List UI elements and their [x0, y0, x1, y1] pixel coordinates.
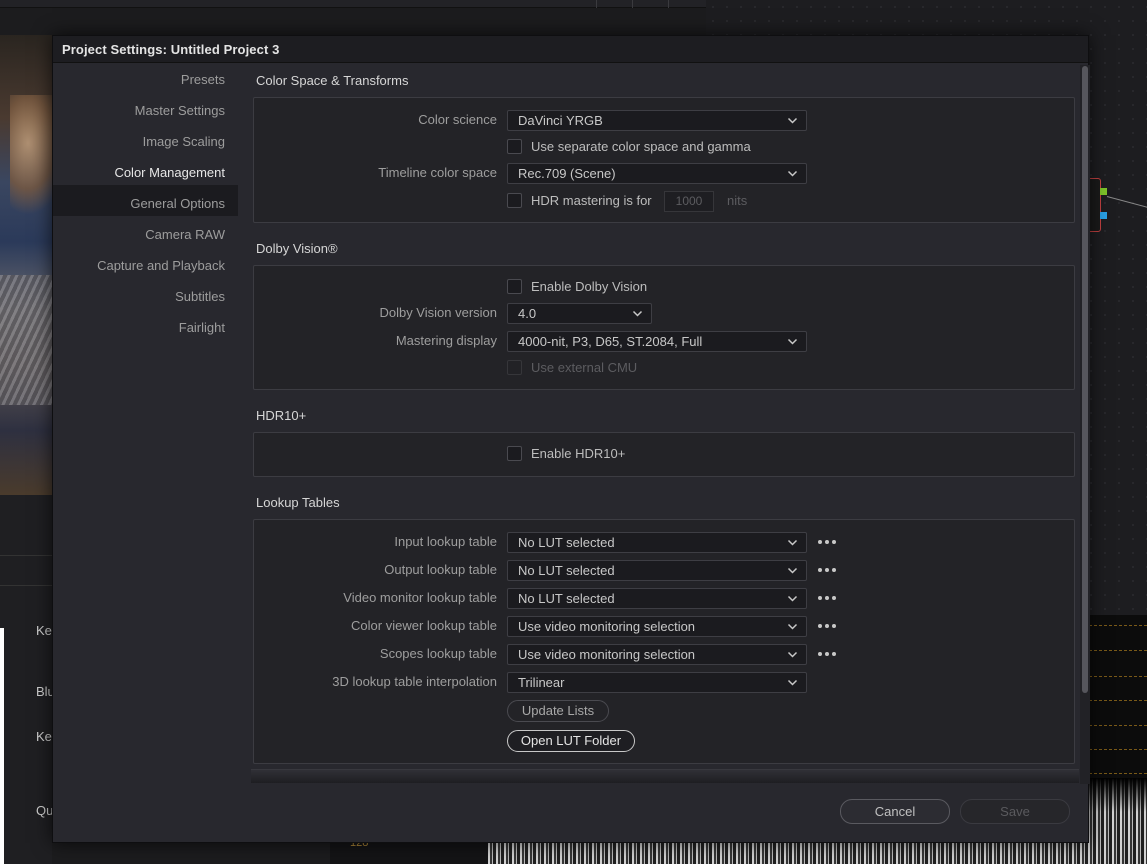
save-button[interactable]: Save [960, 799, 1070, 824]
nav-item-image-scaling[interactable]: Image Scaling [143, 134, 225, 149]
hdr-nits-unit: nits [727, 193, 748, 208]
color-science-label: Color science [418, 112, 497, 127]
enable-dolby-label: Enable Dolby Vision [531, 279, 648, 294]
bg-label: Ke [36, 729, 52, 744]
video-monitor-lut-value: No LUT selected [518, 591, 615, 606]
chevron-down-icon [787, 595, 798, 602]
more-options-icon[interactable] [818, 593, 840, 603]
separate-gamma-checkbox[interactable] [507, 139, 522, 154]
output-lut-value: No LUT selected [518, 563, 615, 578]
chevron-down-icon [787, 651, 798, 658]
mastering-display-label: Mastering display [395, 333, 497, 348]
input-lut-label: Input lookup table [394, 534, 497, 549]
horizontal-scrollbar[interactable] [251, 769, 1079, 783]
chevron-down-icon [787, 338, 798, 345]
separate-gamma-label: Use separate color space and gamma [531, 139, 751, 154]
nav-item-general-options[interactable]: General Options [130, 196, 225, 211]
external-cmu-label: Use external CMU [531, 360, 638, 375]
timeline-color-space-label: Timeline color space [378, 165, 497, 180]
dolby-version-value: 4.0 [518, 306, 537, 321]
hdr-mastering-checkbox[interactable] [507, 193, 522, 208]
interpolation-dropdown[interactable]: Trilinear [507, 672, 807, 693]
nav-item-color-management[interactable]: Color Management [114, 165, 225, 180]
dolby-version-dropdown[interactable]: 4.0 [507, 303, 652, 324]
viewer-image [0, 35, 52, 495]
cancel-button[interactable]: Cancel [840, 799, 950, 824]
video-monitor-lut-dropdown[interactable]: No LUT selected [507, 588, 807, 609]
chevron-down-icon [787, 567, 798, 574]
hdr-mastering-label: HDR mastering is for [531, 193, 652, 208]
project-settings-dialog: Project Settings: Untitled Project 3 Pre… [52, 35, 1090, 843]
more-options-icon[interactable] [818, 537, 840, 547]
chevron-down-icon [787, 117, 798, 124]
nav-item-capture-playback[interactable]: Capture and Playback [97, 258, 225, 273]
chevron-down-icon [787, 679, 798, 686]
mastering-display-value: 4000-nit, P3, D65, ST.2084, Full [518, 334, 703, 349]
group-hdr10: Enable HDR10+ [253, 432, 1075, 477]
nav-item-master-settings[interactable]: Master Settings [135, 103, 225, 118]
chevron-down-icon [787, 623, 798, 630]
section-title-dolby: Dolby Vision® [256, 241, 338, 256]
group-color-space: Color science DaVinci YRGB Use separate … [253, 97, 1075, 223]
open-lut-folder-button[interactable]: Open LUT Folder [507, 730, 635, 752]
scopes-lut-dropdown[interactable]: Use video monitoring selection [507, 644, 807, 665]
node-output-alpha[interactable] [1100, 212, 1107, 219]
interpolation-value: Trilinear [518, 675, 565, 690]
timeline-color-space-dropdown[interactable]: Rec.709 (Scene) [507, 163, 807, 184]
scopes-lut-value: Use video monitoring selection [518, 647, 696, 662]
bg-label: Qu [36, 803, 54, 818]
enable-hdr10-checkbox[interactable] [507, 446, 522, 461]
more-options-icon[interactable] [818, 565, 840, 575]
chevron-down-icon [632, 310, 643, 317]
color-viewer-lut-value: Use video monitoring selection [518, 619, 696, 634]
dialog-title: Project Settings: Untitled Project 3 [62, 42, 280, 57]
more-options-icon[interactable] [818, 621, 840, 631]
timeline-color-space-value: Rec.709 (Scene) [518, 166, 616, 181]
section-title-lut: Lookup Tables [256, 495, 340, 510]
dolby-version-label: Dolby Vision version [379, 305, 497, 320]
left-white-panel [0, 628, 4, 864]
nav-item-camera-raw[interactable]: Camera RAW [145, 227, 225, 242]
mastering-display-dropdown[interactable]: 4000-nit, P3, D65, ST.2084, Full [507, 331, 807, 352]
output-lut-label: Output lookup table [384, 562, 497, 577]
dialog-title-bar: Project Settings: Untitled Project 3 [53, 36, 1088, 63]
more-options-icon[interactable] [818, 649, 840, 659]
chevron-down-icon [787, 539, 798, 546]
vertical-scrollbar-thumb[interactable] [1082, 66, 1088, 693]
nav-item-fairlight[interactable]: Fairlight [179, 320, 225, 335]
interpolation-label: 3D lookup table interpolation [332, 674, 497, 689]
bg-label: Ke [36, 623, 52, 638]
update-lists-button[interactable]: Update Lists [507, 700, 609, 722]
enable-hdr10-label: Enable HDR10+ [531, 446, 626, 461]
color-science-value: DaVinci YRGB [518, 113, 603, 128]
color-viewer-lut-label: Color viewer lookup table [351, 618, 497, 633]
input-lut-dropdown[interactable]: No LUT selected [507, 532, 807, 553]
output-lut-dropdown[interactable]: No LUT selected [507, 560, 807, 581]
scopes-lut-label: Scopes lookup table [379, 646, 497, 661]
section-title-hdr10: HDR10+ [256, 408, 307, 423]
input-lut-value: No LUT selected [518, 535, 615, 550]
external-cmu-checkbox [507, 360, 522, 375]
group-lookup-tables: Input lookup table No LUT selected Outpu… [253, 519, 1075, 764]
chevron-down-icon [787, 170, 798, 177]
nav-item-presets[interactable]: Presets [181, 72, 225, 87]
group-dolby-vision: Enable Dolby Vision Dolby Vision version… [253, 265, 1075, 390]
hdr-nits-input[interactable]: 1000 [664, 191, 714, 212]
enable-dolby-checkbox[interactable] [507, 279, 522, 294]
nav-item-subtitles[interactable]: Subtitles [175, 289, 225, 304]
section-title-color-space: Color Space & Transforms [256, 73, 409, 88]
color-viewer-lut-dropdown[interactable]: Use video monitoring selection [507, 616, 807, 637]
video-monitor-lut-label: Video monitor lookup table [343, 590, 497, 605]
color-science-dropdown[interactable]: DaVinci YRGB [507, 110, 807, 131]
node-output-rgb[interactable] [1100, 188, 1107, 195]
